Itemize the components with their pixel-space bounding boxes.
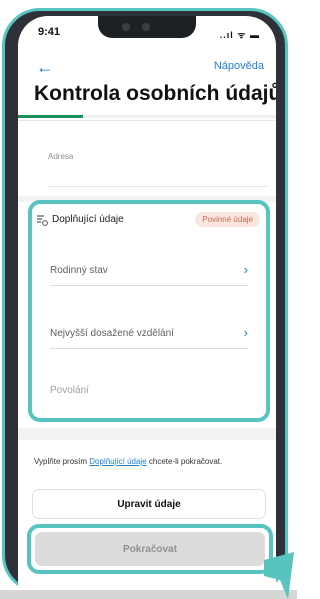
- progress-bar: [18, 115, 276, 118]
- status-time: 9:41: [38, 26, 61, 38]
- section-gap: [18, 428, 276, 440]
- progress-fill: [18, 115, 83, 118]
- phone-notch: [98, 16, 196, 38]
- edit-details-button[interactable]: Upravit údaje: [32, 489, 266, 519]
- address-field-line: [48, 186, 268, 187]
- field-underline: [50, 285, 248, 286]
- field-label: Povolání: [50, 385, 89, 396]
- bottom-bar: [0, 590, 297, 599]
- field-label: Nejvyšší dosažené vzdělání: [50, 328, 174, 339]
- app-screen: 9:41 ..ıl ᯤ ▬ ← Nápověda Kontrola osobní…: [18, 16, 276, 596]
- field-label: Rodinný stav: [50, 265, 108, 276]
- help-link[interactable]: Nápověda: [214, 60, 264, 72]
- back-arrow-icon[interactable]: ←: [36, 58, 54, 76]
- sensor-icon: [142, 23, 150, 31]
- required-badge: Povinné údaje: [195, 212, 260, 227]
- field-underline: [50, 348, 248, 349]
- list-settings-icon: [37, 215, 48, 226]
- address-label: Adresa: [48, 152, 74, 161]
- section-title: Doplňující údaje: [52, 214, 124, 225]
- additional-info-section: Doplňující údaje Povinné údaje Rodinný s…: [28, 200, 270, 422]
- education-field[interactable]: Nejvyšší dosažené vzdělání ›: [50, 323, 248, 349]
- hint-text: Vyplňte prosím Doplňující údaje chcete-l…: [34, 457, 223, 466]
- marital-status-field[interactable]: Rodinný stav ›: [50, 260, 248, 286]
- pointer-arrow-icon: [264, 552, 294, 599]
- page-title: Kontrola osobních údajů: [34, 82, 276, 105]
- continue-button[interactable]: Pokračovat: [35, 532, 265, 566]
- chevron-right-icon: ›: [243, 325, 248, 340]
- continue-highlight: Pokračovat: [27, 524, 273, 574]
- camera-icon: [122, 23, 130, 31]
- divider: [18, 120, 276, 121]
- additional-info-link[interactable]: Doplňující údaje: [89, 457, 146, 466]
- signal-wifi-battery-icon: ..ıl ᯤ ▬: [219, 30, 260, 40]
- occupation-field[interactable]: Povolání: [50, 380, 248, 406]
- chevron-right-icon: ›: [243, 262, 248, 277]
